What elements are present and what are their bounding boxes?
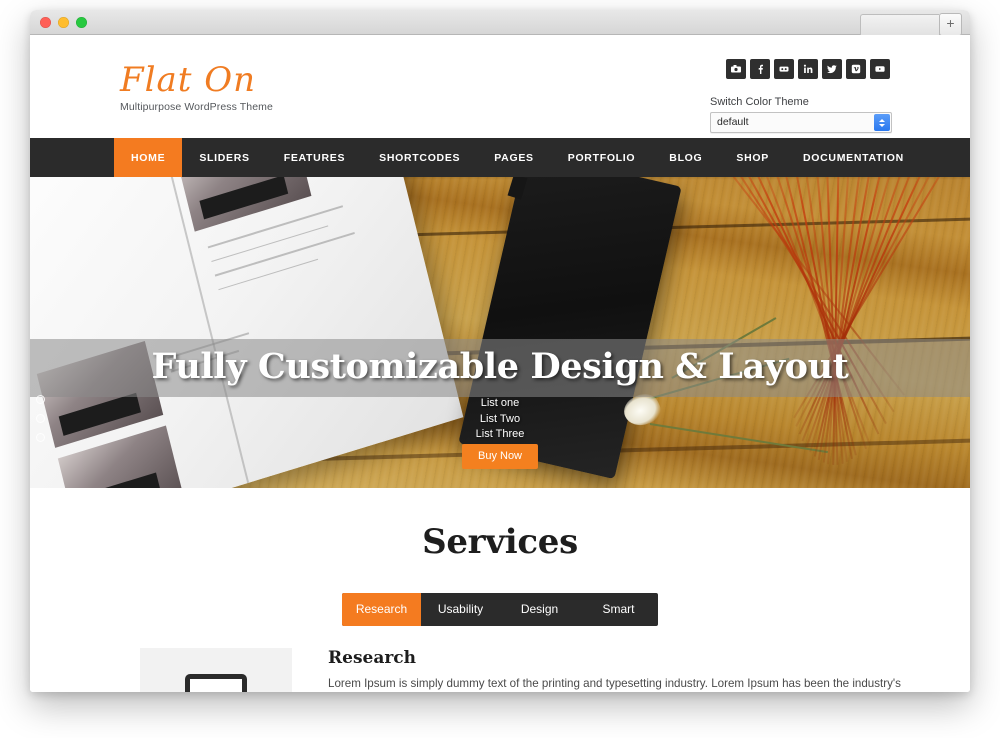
linkedin-icon[interactable] — [798, 59, 818, 79]
flickr-icon[interactable] — [726, 59, 746, 79]
nav-item-shop[interactable]: SHOP — [719, 138, 786, 177]
youtube-icon[interactable] — [870, 59, 890, 79]
services-tab-panel: Research Lorem Ipsum is simply dummy tex… — [30, 648, 970, 692]
select-stepper-icon[interactable] — [874, 114, 890, 131]
hero-list-item: List Three — [475, 428, 525, 440]
logo-tagline: Multipurpose WordPress Theme — [120, 101, 273, 113]
header-right-column: Switch Color Theme default — [710, 59, 892, 133]
logo-second-word: On — [204, 60, 256, 100]
services-section: Services Research Usability Design Smart Re… — [30, 488, 970, 692]
page-viewport: Flat On Multipurpose WordPress Theme Swi… — [30, 35, 970, 692]
theme-switcher: Switch Color Theme default — [710, 96, 892, 133]
new-tab-button[interactable]: + — [939, 13, 962, 36]
service-heading: Research — [328, 648, 417, 668]
twitter-icon[interactable] — [822, 59, 842, 79]
browser-titlebar: + — [30, 10, 970, 36]
main-navigation: HOME SLIDERS FEATURES SHORTCODES PAGES PORTFO… — [30, 138, 970, 177]
slider-pagination — [36, 395, 45, 442]
logo-first-word: Flat — [120, 60, 193, 100]
theme-select[interactable]: default — [710, 112, 892, 133]
social-links — [710, 59, 890, 79]
nav-item-shortcodes[interactable]: SHORTCODES — [362, 138, 477, 177]
magazine-photo-caption — [199, 177, 289, 220]
hero-feature-list: List one List Two List Three — [30, 396, 970, 443]
services-title: Services — [422, 522, 578, 562]
tabstrip-right: + — [860, 13, 962, 36]
tab-smart[interactable]: Smart — [579, 593, 658, 626]
theme-select-value: default — [717, 116, 749, 128]
tab-usability[interactable]: Usability — [421, 593, 500, 626]
magazine-text-line — [218, 258, 318, 291]
window-traffic-lights — [40, 17, 87, 28]
site-logo[interactable]: Flat On Multipurpose WordPress Theme — [120, 61, 273, 113]
nav-item-blog[interactable]: BLOG — [652, 138, 719, 177]
nav-item-portfolio[interactable]: PORTFOLIO — [551, 138, 653, 177]
service-content: Research Lorem Ipsum is simply dummy tex… — [328, 648, 920, 692]
slider-bullet[interactable] — [36, 395, 45, 404]
nav-item-sliders[interactable]: SLIDERS — [182, 138, 266, 177]
service-description: Lorem Ipsum is simply dummy text of the … — [328, 677, 901, 690]
magazine-photo — [176, 177, 312, 233]
magazine-photo-caption — [78, 472, 161, 488]
nav-item-home[interactable]: HOME — [114, 138, 183, 177]
hero-list-item: List Two — [479, 412, 521, 425]
zoom-window-button[interactable] — [76, 17, 87, 28]
minimize-window-button[interactable] — [58, 17, 69, 28]
slider-bullet[interactable] — [36, 414, 45, 423]
logo-wordmark: Flat On — [120, 61, 273, 99]
chevron-down-icon — [879, 123, 885, 127]
hero-list-item: List one — [480, 397, 520, 409]
hero-title: Fully Customizable Design & Layout — [151, 346, 849, 387]
nav-item-documentation[interactable]: DOCUMENTATION — [786, 138, 921, 177]
vimeo-icon[interactable] — [846, 59, 866, 79]
tab-design[interactable]: Design — [500, 593, 579, 626]
facebook-icon[interactable] — [750, 59, 770, 79]
services-tablist: Research Usability Design Smart — [342, 593, 658, 626]
chevron-up-icon — [879, 118, 885, 122]
browser-tab[interactable] — [860, 13, 939, 36]
buy-now-button[interactable]: Buy Now — [461, 444, 539, 469]
close-window-button[interactable] — [40, 17, 51, 28]
nav-item-features[interactable]: FEATURES — [267, 138, 362, 177]
service-figure — [140, 648, 292, 692]
dribbble-icon[interactable] — [774, 59, 794, 79]
nav-item-pages[interactable]: PAGES — [477, 138, 550, 177]
theme-switcher-label: Switch Color Theme — [710, 96, 809, 108]
tab-research[interactable]: Research — [342, 593, 421, 626]
slider-bullet[interactable] — [36, 433, 45, 442]
site-header: Flat On Multipurpose WordPress Theme Swi… — [30, 35, 970, 138]
monitor-icon — [185, 674, 247, 692]
browser-window: + Flat On Multipurpose WordPress Theme S… — [30, 10, 970, 692]
hero-slider: Fully Customizable Design & Layout List … — [30, 177, 970, 488]
